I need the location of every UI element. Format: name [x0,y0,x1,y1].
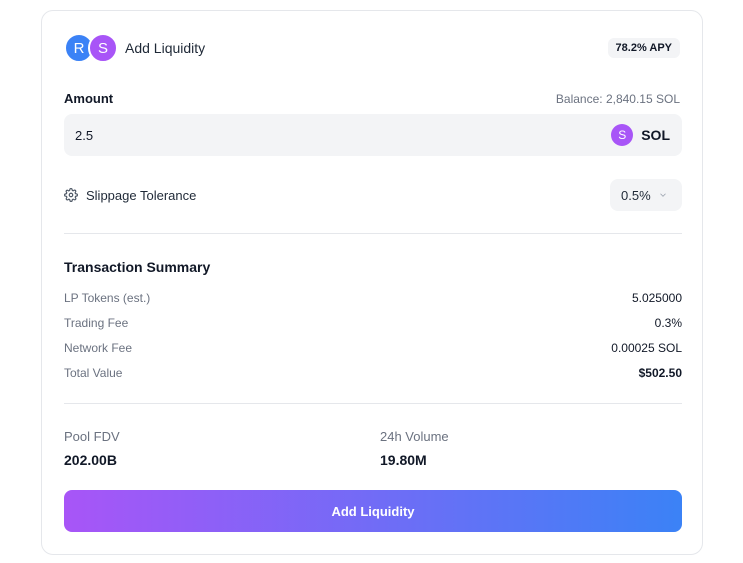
token-a-letter: R [73,39,85,57]
gear-icon [64,188,78,202]
summary-row: Network Fee 0.00025 SOL [64,341,682,359]
summary-row-value: 0.3% [654,316,682,330]
slippage-row: Slippage Tolerance 0.5% [64,179,682,211]
token-b-letter: S [97,39,108,57]
chevron-down-icon [660,193,666,197]
slippage-selected-value: 0.5% [621,187,651,203]
pool-fdv-value: 202.00B [64,452,117,468]
summary-row-label: Total Value [64,366,123,380]
pool-fdv-label: Pool FDV [64,429,120,444]
volume-value: 19.80M [380,452,427,468]
amount-input[interactable]: 2.5 S SOL [64,114,682,156]
summary-row-value: $502.50 [638,366,682,380]
volume-stat: 24h Volume 19.80M [380,429,449,468]
divider [64,403,682,404]
slippage-dropdown[interactable]: 0.5% [610,179,682,211]
volume-label: 24h Volume [380,429,449,444]
card-header: R S Add Liquidity 78.2% APY [64,33,680,63]
sol-token-avatar: S [611,124,634,146]
amount-value[interactable]: 2.5 [75,128,93,143]
token-b-avatar: S [88,33,118,63]
summary-row-value: 0.00025 SOL [611,341,682,355]
token-selector[interactable]: S SOL [611,124,670,146]
summary-row: LP Tokens (est.) 5.025000 [64,291,682,309]
sol-token-letter: S [618,128,627,142]
summary-row-value: 5.025000 [631,291,682,305]
token-symbol: SOL [641,127,670,143]
balance-text: Balance: 2,840.15 SOL [555,92,680,106]
summary-row: Total Value $502.50 [64,366,682,384]
slippage-label: Slippage Tolerance [86,188,197,203]
apy-badge: 78.2% APY [607,38,680,58]
summary-row-label: LP Tokens (est.) [64,291,151,305]
add-liquidity-card: R S Add Liquidity 78.2% APY Amount Balan… [41,10,703,555]
divider [64,233,682,234]
pool-fdv-stat: Pool FDV 202.00B [64,429,120,468]
summary-title: Transaction Summary [64,259,211,275]
summary-row-label: Network Fee [64,341,133,355]
add-liquidity-button[interactable]: Add Liquidity [64,490,682,532]
amount-label: Amount [64,91,114,106]
summary-row-label: Trading Fee [64,316,129,330]
summary-row: Trading Fee 0.3% [64,316,682,334]
card-title: Add Liquidity [125,40,206,56]
